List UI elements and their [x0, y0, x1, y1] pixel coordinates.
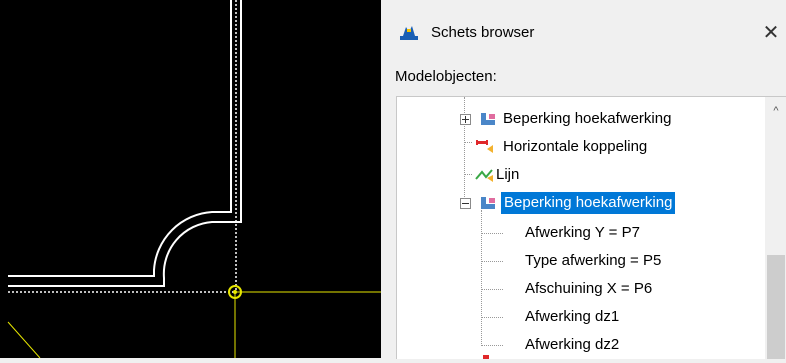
panel-header: Schets browser ✕ [387, 14, 786, 54]
tree-child-label: Afschuining X = P6 [525, 280, 653, 297]
vertical-scrollbar[interactable]: ^ [765, 97, 786, 359]
horizontal-link-icon [475, 139, 495, 162]
tree-item-constraint[interactable]: Beperking hoekafwerking [397, 108, 757, 130]
sketch-browser-panel: Schets browser ✕ Modelobjecten: Beperkin… [387, 0, 786, 359]
tree-item-constraint-selected[interactable]: Beperking hoekafwerking [397, 192, 757, 214]
tree-child-label: Afwerking dz1 [525, 308, 620, 325]
tree-child-item[interactable]: Afwerking dz1 [397, 306, 757, 328]
tree-item-horizontal-link[interactable]: Horizontale koppeling [397, 136, 757, 158]
tree-child-item[interactable]: Afschuining X = P6 [397, 278, 757, 300]
tree-child-item[interactable]: Type afwerking = P5 [397, 250, 757, 272]
tree-child-label: Afwerking Y = P7 [525, 224, 640, 241]
scroll-thumb[interactable] [767, 255, 785, 359]
panel-title: Schets browser [431, 24, 535, 41]
sketch-canvas[interactable] [0, 0, 381, 359]
tree-item-line[interactable]: Lijn [397, 164, 757, 186]
inner-contour-line [8, 0, 232, 277]
collapse-icon[interactable] [460, 198, 471, 209]
constraint-icon [479, 195, 497, 218]
model-objects-tree[interactable]: Beperking hoekafwerking Horizontale kopp… [396, 96, 786, 359]
outer-contour-line [8, 0, 242, 287]
close-button[interactable]: ✕ [759, 20, 783, 46]
tree-child-item[interactable]: Afwerking Y = P7 [397, 222, 757, 244]
model-objects-label: Modelobjecten: [395, 68, 497, 85]
line-icon [475, 167, 495, 190]
tree-item-label: Beperking hoekafwerking [503, 110, 672, 127]
scroll-up-icon[interactable]: ^ [765, 105, 786, 121]
tree-item-label: Lijn [496, 166, 520, 183]
constraint-icon [479, 111, 497, 134]
tree-item-label: Horizontale koppeling [503, 138, 648, 155]
corner-point-dot [233, 290, 237, 294]
sketch-geometry [7, 0, 381, 359]
sketch-browser-icon [399, 24, 419, 42]
expand-icon[interactable] [460, 114, 471, 125]
diagonal-guide-line [7, 321, 41, 359]
tree-child-label: Afwerking dz2 [525, 336, 620, 353]
tree-item-label: Beperking hoekafwerking [501, 192, 676, 214]
tree-child-label: Type afwerking = P5 [525, 252, 662, 269]
next-item-icon [483, 355, 489, 359]
tree-child-item[interactable]: Afwerking dz2 [397, 334, 757, 356]
